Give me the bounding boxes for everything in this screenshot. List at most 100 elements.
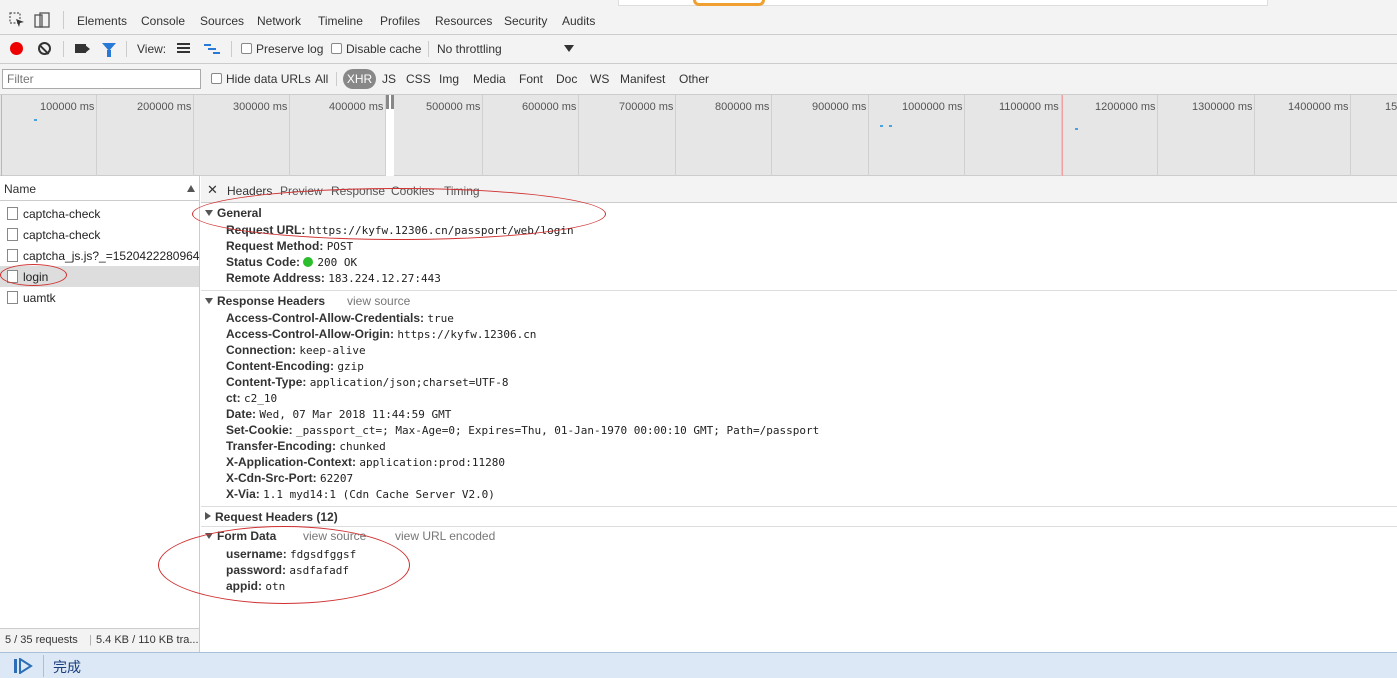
overview-icon[interactable] [204,43,220,54]
tabbar-separator [63,11,64,29]
network-toolbar: View: Preserve log Disable cache No thro… [0,35,1397,64]
type-filter-css[interactable]: CSS [406,72,431,86]
view-source-link[interactable]: view source [303,529,366,543]
filter-icon[interactable] [102,43,116,57]
tab-response[interactable]: Response [331,184,385,198]
close-icon[interactable]: ✕ [207,182,218,198]
timeline-tick-label: 1000000 ms [902,101,963,113]
request-row[interactable]: captcha-check [0,203,199,224]
section-title: Response Headers [217,294,326,308]
tab-timing[interactable]: Timing [444,184,480,198]
overview-selection-handle[interactable] [386,95,394,176]
response-headers-section-toggle[interactable]: Response Headers [205,294,325,308]
timeline-tick-label: 500000 ms [426,101,481,113]
type-filter-font[interactable]: Font [519,72,543,86]
collapse-triangle-icon [205,512,211,520]
header-row: Set-Cookie: _passport_ct=; Max-Age=0; Ex… [226,423,820,437]
header-row: Access-Control-Allow-Origin: https://kyf… [226,327,537,341]
section-title: Request Headers (12) [215,510,338,524]
filter-input[interactable] [2,69,201,89]
page-peek [618,0,1268,6]
clear-icon[interactable] [38,42,51,55]
type-filter-other[interactable]: Other [679,72,709,86]
timeline-tick-label: 1200000 ms [1095,101,1156,113]
type-filter-js[interactable]: JS [382,72,396,86]
header-row: Remote Address: 183.224.12.27:443 [226,271,441,285]
request-name: login [23,270,49,284]
timeline-tick-label: 600000 ms [522,101,577,113]
type-filter-all[interactable]: All [315,72,328,86]
tab-network[interactable]: Network [250,0,308,34]
sort-asc-icon [187,185,195,192]
inspect-element-icon[interactable] [9,12,25,28]
tab-preview[interactable]: Preview [280,184,323,198]
tab-audits[interactable]: Audits [562,14,595,28]
tab-timeline[interactable]: Timeline [318,14,363,28]
type-filter-img[interactable]: Img [439,72,459,86]
request-bar [1075,128,1078,130]
tab-console[interactable]: Console [141,14,185,28]
name-column-label: Name [4,182,37,196]
header-row: Content-Type: application/json;charset=U… [226,375,509,389]
chevron-down-icon[interactable] [564,45,574,52]
tab-headers[interactable]: Headers [221,179,278,204]
type-filter-doc[interactable]: Doc [556,72,577,86]
header-row: ct: c2_10 [226,391,278,405]
status-text: 完成 [53,659,81,675]
request-list: Name captcha-check captcha-check captcha… [0,176,200,652]
page-status-icon [14,658,33,674]
file-icon [7,270,18,283]
tab-elements[interactable]: Elements [77,14,127,28]
header-row: Request URL: https://kyfw.12306.cn/passp… [226,223,574,237]
disable-cache-label[interactable]: Disable cache [346,42,421,56]
header-row: Transfer-Encoding: chunked [226,439,386,453]
type-filter-xhr[interactable]: XHR [343,69,376,89]
type-filter-media[interactable]: Media [473,72,506,86]
request-name: captcha_js.js?_=1520422280964 [23,249,200,263]
view-url-encoded-link[interactable]: view URL encoded [395,529,495,543]
view-source-link[interactable]: view source [347,294,410,308]
capture-screenshots-icon[interactable] [75,44,90,53]
header-row: Status Code: 200 OK [226,255,358,269]
filter-separator [336,72,337,86]
view-label: View: [137,42,167,56]
name-column-header[interactable]: Name [0,176,199,201]
tab-profiles[interactable]: Profiles [380,14,420,28]
request-count: 5 / 35 requests [5,634,78,646]
hide-data-urls-label[interactable]: Hide data URLs [226,72,311,86]
request-name: uamtk [23,291,56,305]
preserve-log-label[interactable]: Preserve log [256,42,323,56]
type-filter-manifest[interactable]: Manifest [620,72,665,86]
filter-bar: Hide data URLs All XHR JS CSS Img Media … [0,64,1397,95]
throttling-select[interactable]: No throttling [437,42,502,56]
transfer-size: 5.4 KB / 110 KB tra... [96,634,199,646]
file-icon [7,291,18,304]
preserve-log-checkbox[interactable] [241,43,252,54]
header-row: Access-Control-Allow-Credentials: true [226,311,454,325]
request-row[interactable]: captcha_js.js?_=1520422280964 [0,245,199,266]
large-rows-icon[interactable] [177,43,190,54]
tab-cookies[interactable]: Cookies [391,184,434,198]
request-row[interactable]: captcha-check [0,224,199,245]
header-row: X-Application-Context: application:prod:… [226,455,506,469]
header-row: Request Method: POST [226,239,354,253]
request-headers-section-toggle[interactable]: Request Headers (12) [205,510,338,524]
tab-security[interactable]: Security [504,14,547,28]
file-icon [7,228,18,241]
timeline-overview[interactable]: 100000 ms 200000 ms 300000 ms 400000 ms … [0,95,1397,176]
request-bar [889,125,892,127]
request-row-selected[interactable]: login [0,266,199,287]
general-section-toggle[interactable]: General [205,206,262,220]
section-title: General [217,206,262,220]
devtools-tabbar: Elements Console Sources Network Timelin… [0,0,1397,35]
disable-cache-checkbox[interactable] [331,43,342,54]
hide-data-urls-checkbox[interactable] [211,73,222,84]
form-data-section-toggle[interactable]: Form Data [205,529,276,543]
timeline-tick-label: 900000 ms [812,101,867,113]
device-mode-icon[interactable] [34,12,50,28]
tab-resources[interactable]: Resources [435,14,492,28]
record-button[interactable] [10,42,23,55]
tab-sources[interactable]: Sources [200,14,244,28]
type-filter-ws[interactable]: WS [590,72,609,86]
request-row[interactable]: uamtk [0,287,199,308]
